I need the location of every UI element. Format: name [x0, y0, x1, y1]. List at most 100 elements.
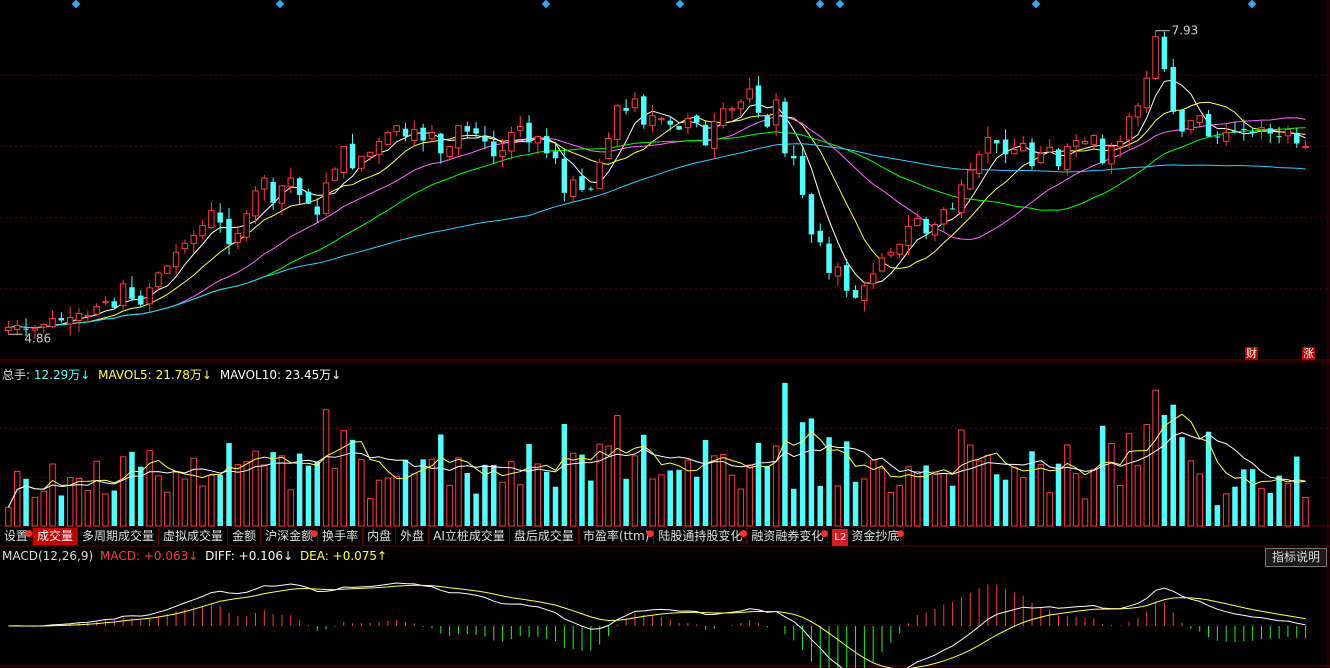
- candle: [1019, 142, 1027, 152]
- tab-amount[interactable]: 金额: [228, 528, 262, 545]
- tab-settings[interactable]: 设置 ●: [0, 528, 34, 545]
- volume-bar: [384, 477, 392, 527]
- volume-bar: [623, 478, 629, 526]
- candle: [138, 295, 144, 305]
- volume-bar: [1046, 492, 1053, 527]
- low-price-label: 4.86: [24, 331, 51, 345]
- volume-bar: [331, 467, 339, 527]
- candle: [631, 98, 639, 109]
- volume-bar: [234, 464, 242, 527]
- candle: [569, 179, 577, 197]
- tab-volume[interactable]: 成交量: [33, 528, 79, 545]
- volume-bar: [296, 453, 303, 526]
- candle: [676, 125, 682, 130]
- candle: [878, 257, 886, 272]
- volume-bar: [719, 454, 727, 527]
- volume-bar: [1099, 425, 1106, 526]
- volume-bar: [834, 485, 842, 527]
- volume-bar: [438, 434, 444, 526]
- candle: [931, 224, 939, 236]
- volume-bar: [534, 463, 542, 527]
- candle: [1029, 142, 1035, 167]
- candle: [1134, 105, 1142, 118]
- tab-after-hours[interactable]: 盘后成交量: [510, 528, 579, 545]
- tab-northbound[interactable]: 陆股通持股变化 ●: [654, 528, 748, 545]
- mavol5-value: 21.78万↓: [155, 368, 212, 382]
- volume-bar: [755, 442, 762, 526]
- diff-value: +0.106↓: [238, 549, 294, 563]
- volume-bar: [93, 460, 100, 527]
- volume-bar: [1019, 477, 1027, 527]
- volume-bar: [861, 478, 868, 527]
- tab-pe-ttm[interactable]: 市盈率(ttm) ●: [579, 528, 655, 545]
- tab-margin[interactable]: 融资融券变化 ●: [747, 528, 829, 545]
- candle: [1143, 77, 1150, 109]
- candle: [14, 324, 21, 330]
- mavol10-label: MAVOL10:: [219, 368, 282, 382]
- candle: [782, 101, 788, 154]
- tab-ai-volume[interactable]: AI立桩成交量: [429, 528, 510, 545]
- volume-bar: [596, 443, 603, 527]
- candle: [1108, 145, 1115, 165]
- candle: [446, 145, 453, 158]
- tab-multi-period-volume[interactable]: 多周期成交量: [78, 528, 160, 545]
- candle: [314, 206, 320, 215]
- candle: [1055, 149, 1062, 167]
- volume-bar: [1152, 389, 1159, 527]
- volume-bar: [358, 458, 365, 527]
- event-marker-icon: [275, 0, 285, 9]
- tab-shsz-amount[interactable]: 沪深金额 ●: [261, 528, 319, 545]
- volume-bar: [208, 474, 215, 527]
- volume-bar: [579, 454, 585, 526]
- candle: [914, 218, 921, 227]
- candle: [155, 272, 162, 288]
- volume-bar: [1267, 493, 1274, 526]
- volume-bar: [931, 471, 939, 527]
- candle: [728, 108, 736, 111]
- tab-inner[interactable]: 内盘: [363, 528, 397, 545]
- total-value: 12.29万↓: [33, 368, 91, 382]
- volume-bar: [446, 484, 453, 527]
- candle: [737, 101, 745, 110]
- candle: [252, 190, 259, 217]
- candle: [181, 242, 189, 250]
- volume-bar: [984, 455, 992, 527]
- tab-fund-bottom[interactable]: L2 资金抄底 ●: [828, 528, 905, 546]
- candle: [1179, 109, 1185, 132]
- candle: [667, 120, 673, 125]
- candle: [1258, 127, 1265, 130]
- volume-bar: [923, 465, 929, 526]
- volume-bar: [1214, 505, 1221, 526]
- volume-bar: [1090, 468, 1098, 527]
- diff-label: DIFF:: [205, 549, 235, 563]
- candle: [1232, 130, 1238, 133]
- candle: [208, 210, 215, 229]
- volume-bar: [366, 498, 374, 527]
- indicator-explain-button[interactable]: 指标说明: [1264, 548, 1327, 567]
- candle: [234, 232, 242, 243]
- tab-turnover[interactable]: 换手率: [318, 528, 364, 545]
- volume-bar: [261, 464, 268, 527]
- candle: [791, 156, 797, 159]
- event-marker-icon: [541, 0, 551, 9]
- candle: [40, 323, 47, 328]
- volume-bar: [1284, 483, 1292, 527]
- volume-bar: [896, 484, 903, 527]
- volume-bar: [649, 478, 656, 527]
- event-marker-icon: [1031, 0, 1041, 9]
- candle: [217, 212, 223, 223]
- candle: [1267, 128, 1274, 134]
- candle: [994, 140, 1000, 144]
- tab-outer[interactable]: 外盘: [396, 528, 430, 545]
- candle: [1170, 67, 1176, 112]
- ma10-line: [8, 101, 1306, 329]
- volume-bar: [252, 450, 259, 527]
- tab-virtual-volume[interactable]: 虚拟成交量: [159, 528, 229, 545]
- candle: [596, 161, 603, 190]
- candle: [102, 301, 109, 304]
- stock-chart[interactable]: 7.93 4.86: [0, 0, 1330, 668]
- volume-bar: [1170, 404, 1176, 526]
- rise-flag[interactable]: 涨: [1302, 347, 1315, 360]
- candle: [905, 226, 912, 247]
- finance-flag[interactable]: 财: [1245, 347, 1258, 360]
